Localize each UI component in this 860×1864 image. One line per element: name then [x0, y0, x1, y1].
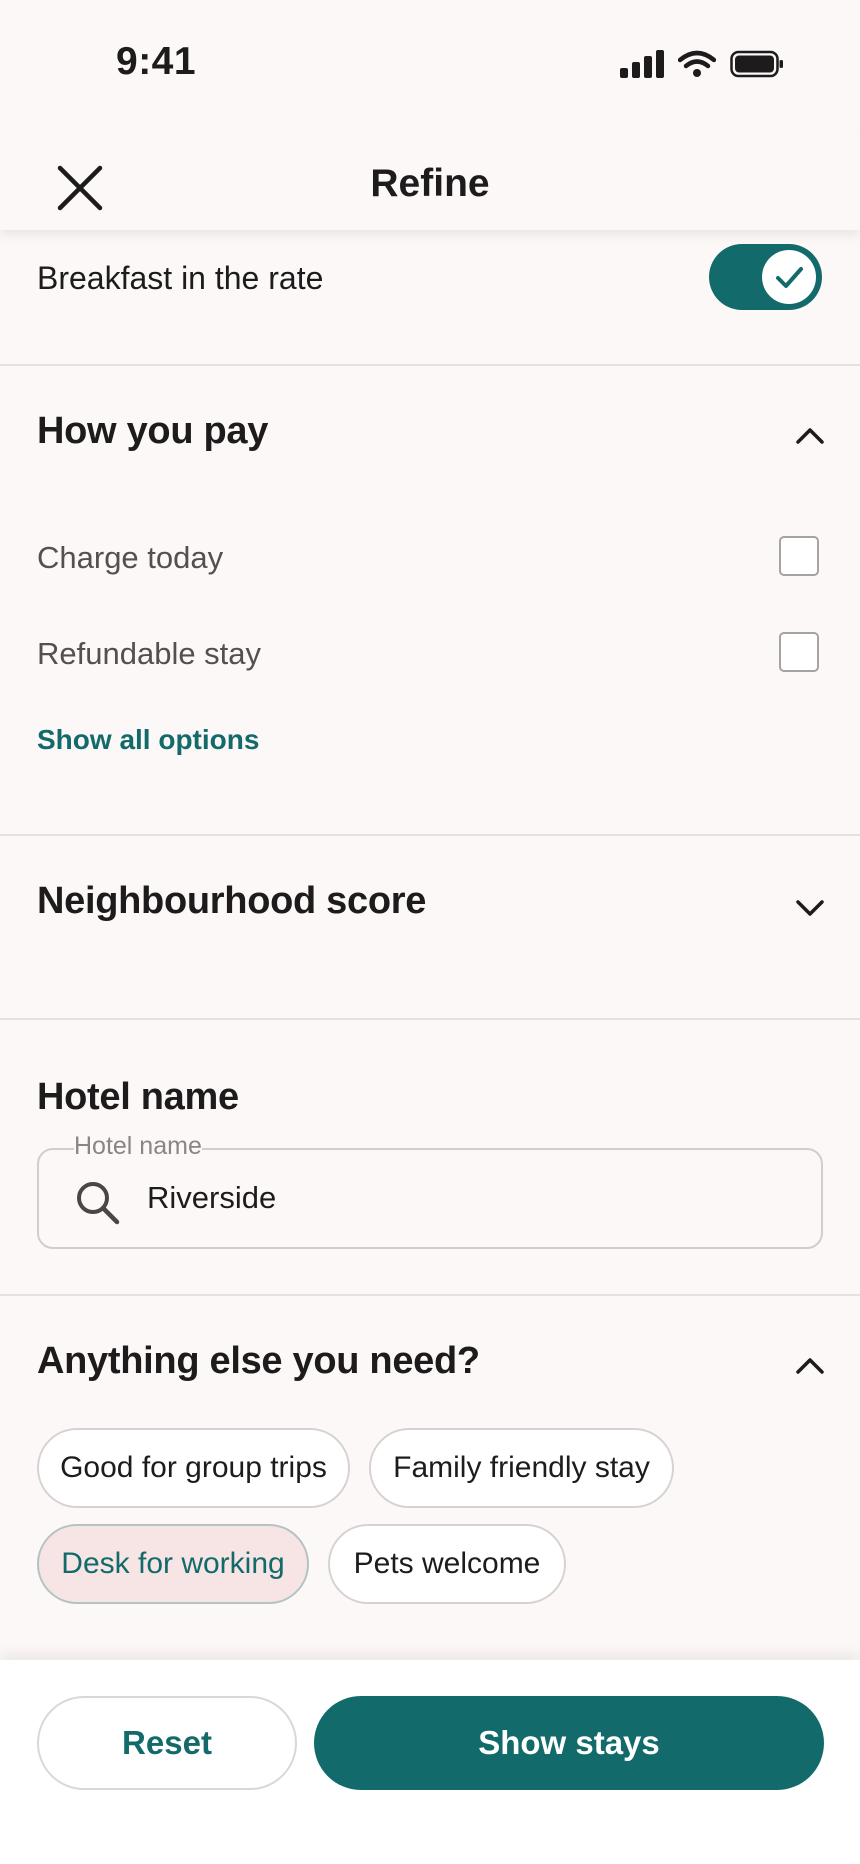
chip-pets-welcome[interactable]: Pets welcome — [328, 1524, 566, 1604]
chip-family-friendly-stay[interactable]: Family friendly stay — [369, 1428, 674, 1508]
anything-else-title: Anything else you need? — [37, 1340, 480, 1382]
option-refundable-stay[interactable]: Refundable stay — [0, 632, 860, 716]
how-you-pay-title: How you pay — [37, 410, 269, 452]
breakfast-row: Breakfast in the rate — [0, 230, 860, 364]
refundable-stay-checkbox[interactable] — [779, 632, 819, 672]
how-you-pay-header[interactable]: How you pay — [0, 366, 860, 498]
chip-good-for-group-trips[interactable]: Good for group trips — [37, 1428, 350, 1508]
breakfast-label: Breakfast in the rate — [37, 260, 324, 296]
option-charge-today[interactable]: Charge today — [0, 536, 860, 620]
hotel-name-input[interactable]: Riverside — [37, 1148, 823, 1249]
neighbourhood-score-header[interactable]: Neighbourhood score — [0, 836, 860, 1018]
check-icon — [776, 267, 803, 288]
amenity-chips: Good for group trips Family friendly sta… — [37, 1428, 823, 1608]
show-all-options-link[interactable]: Show all options — [37, 724, 259, 756]
status-icons — [620, 50, 784, 78]
show-all-options-row: Show all options — [0, 724, 860, 764]
hotel-name-value: Riverside — [147, 1180, 277, 1215]
charge-today-checkbox[interactable] — [779, 536, 819, 576]
search-icon — [77, 1182, 120, 1225]
hotel-name-floating-label: Hotel name — [74, 1132, 202, 1161]
hotel-name-title: Hotel name — [37, 1076, 239, 1118]
chevron-down-icon — [796, 900, 824, 916]
reset-button[interactable]: Reset — [37, 1696, 297, 1790]
status-time: 9:41 — [116, 40, 197, 83]
header: Refine — [0, 130, 860, 230]
battery-icon — [730, 50, 783, 78]
wifi-icon — [678, 50, 716, 77]
signal-icon — [620, 50, 664, 78]
toggle-knob — [762, 250, 816, 304]
hotel-name-section: Hotel name Riverside Hotel name — [0, 1020, 860, 1294]
show-stays-button[interactable]: Show stays — [314, 1696, 824, 1790]
breakfast-toggle[interactable] — [709, 244, 822, 310]
footer-bar: Reset Show stays — [0, 1660, 860, 1864]
option-label: Refundable stay — [37, 636, 262, 671]
chevron-up-icon — [796, 1358, 824, 1374]
status-bar: 9:41 — [0, 0, 860, 130]
chevron-up-icon — [796, 428, 824, 444]
anything-else-header[interactable]: Anything else you need? — [0, 1296, 860, 1416]
option-label: Charge today — [37, 540, 224, 575]
chip-desk-for-working[interactable]: Desk for working — [37, 1524, 309, 1604]
page-title: Refine — [370, 162, 490, 205]
neighbourhood-score-title: Neighbourhood score — [37, 880, 427, 922]
